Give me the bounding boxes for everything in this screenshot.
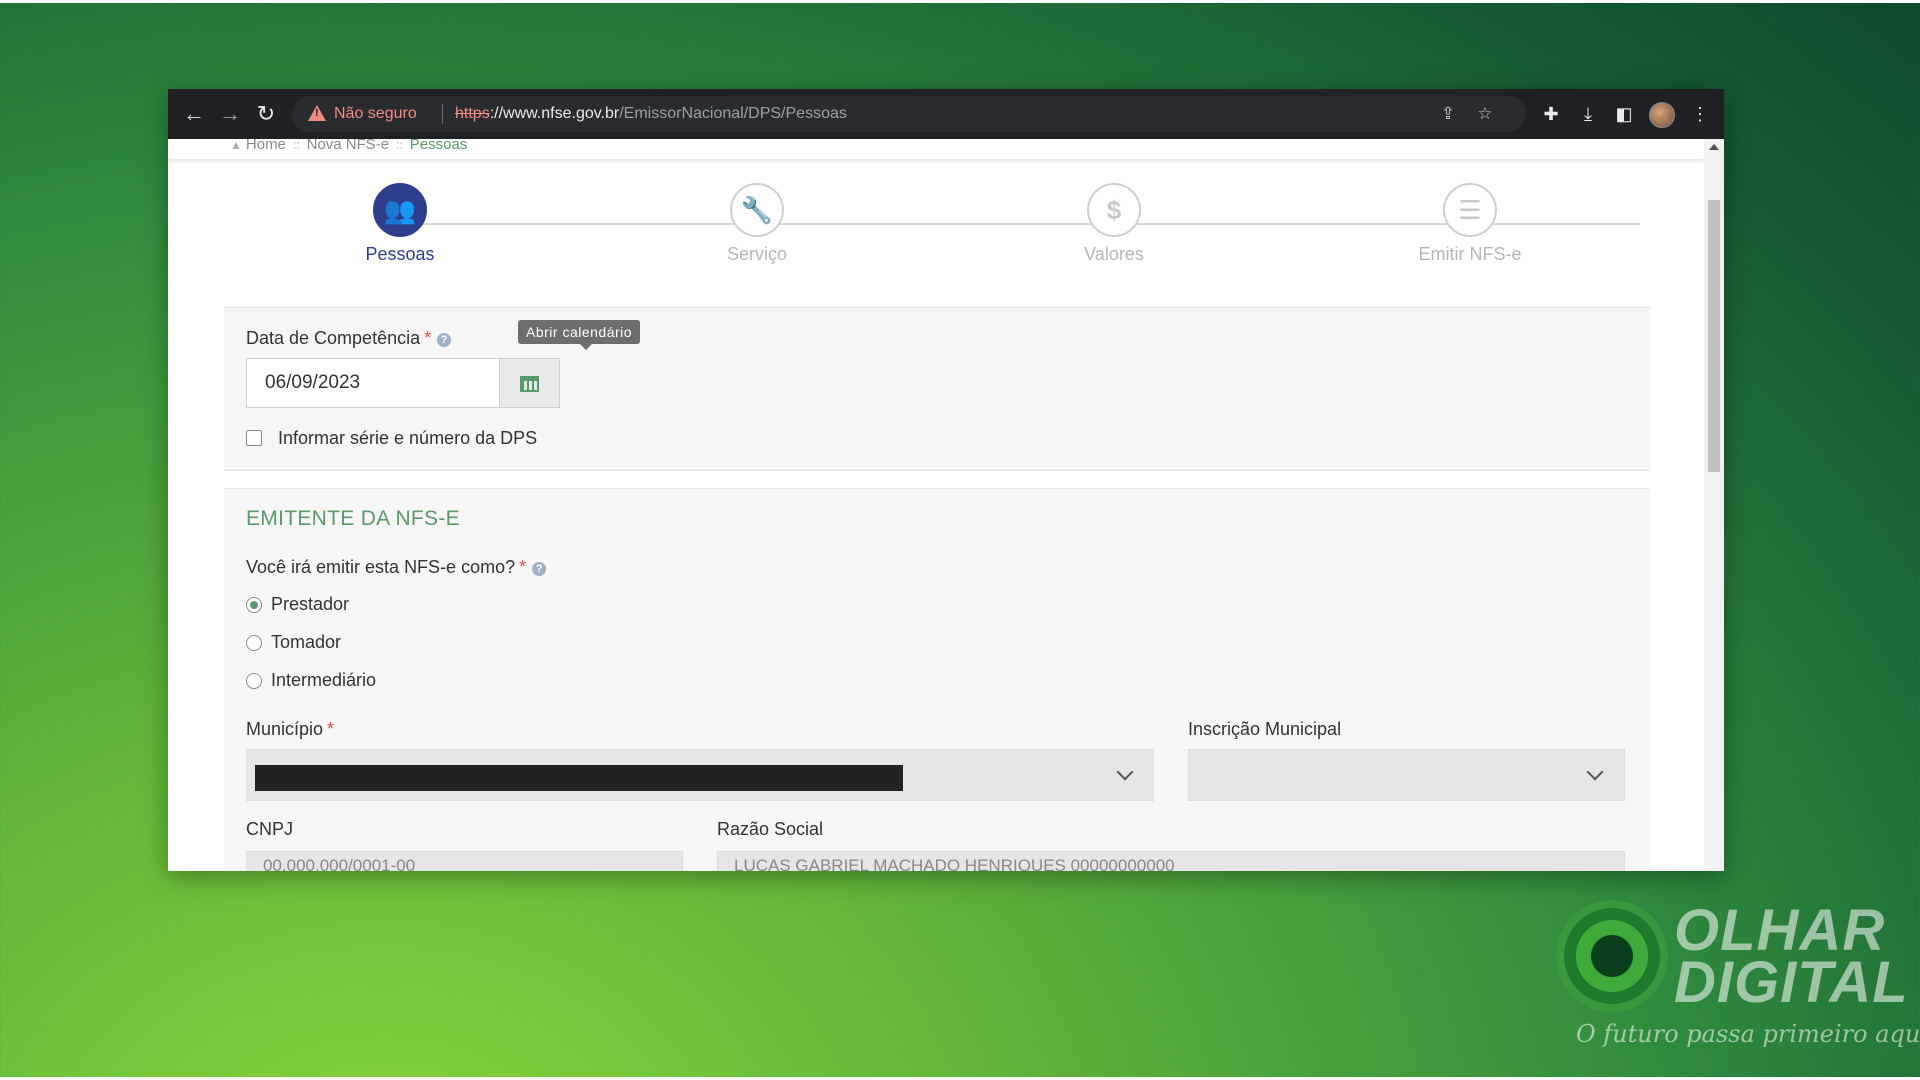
address-bar[interactable]: Não seguro https://www.nfse.gov.br/Emiss… [292,96,1526,132]
not-secure-label[interactable]: Não seguro [334,105,417,123]
step-valores[interactable]: $ Valores [1014,183,1214,265]
more-menu-icon[interactable]: ⋮ [1688,102,1712,126]
help-icon[interactable]: ? [532,562,547,576]
radio-intermediario[interactable] [246,673,262,689]
municipio-label: Município * [246,719,334,740]
url-path: /EmissorNacional/DPS/Pessoas [619,105,847,122]
step-servico[interactable]: 🔧 Serviço [657,183,857,265]
open-calendar-button[interactable] [500,358,560,408]
scroll-up-arrow-icon[interactable] [1709,144,1719,150]
razao-social-input[interactable]: LUCAS GABRIEL MACHADO HENRIQUES 00000000… [717,851,1625,871]
required-mark: * [424,328,432,348]
page-viewport: ▲ Home:: Nova NFS-e:: Pessoas 👥 Pessoas 🔧 S… [168,139,1704,871]
reload-icon[interactable]: ↻ [252,100,280,128]
step-label: Valores [1084,244,1144,264]
breadcrumb-bar: ▲ Home:: Nova NFS-e:: Pessoas [168,139,1704,159]
olhar-digital-eye-icon [1556,900,1668,1012]
url-text[interactable]: https://www.nfse.gov.br/EmissorNacional/… [455,105,847,123]
step-pessoas[interactable]: 👥 Pessoas [300,183,500,265]
url-scheme: https [455,105,490,122]
document-icon: ☰ [1443,183,1497,237]
emitente-panel: EMITENTE DA NFS-E Você irá emitir esta N… [224,488,1650,871]
radio-tomador[interactable] [246,635,262,651]
home-icon: ▲ [230,139,242,152]
step-label: Emitir NFS-e [1418,244,1522,264]
emitente-question-text: Você irá emitir esta NFS-e como? [246,557,516,577]
inscricao-select[interactable] [1188,749,1625,801]
serie-numero-checkbox[interactable] [246,430,262,446]
top-border [0,0,1920,3]
cnpj-input[interactable]: 00.000.000/0001-00 [246,851,683,871]
breadcrumb: ▲ Home:: Nova NFS-e:: Pessoas [230,139,467,153]
cnpj-label: CNPJ [246,819,294,839]
side-panel-icon[interactable]: ◧ [1612,102,1636,126]
step-label: Serviço [726,244,788,264]
breadcrumb-separator: :: [292,139,300,152]
browser-toolbar: ← → ↻ Não seguro https://www.nfse.gov.br… [168,89,1724,139]
required-mark: * [327,719,335,739]
radio-intermediario-label[interactable]: Intermediário [271,670,376,691]
dollar-icon: $ [1087,183,1141,237]
inscricao-label: Inscrição Municipal [1188,719,1342,739]
step-label: Pessoas [365,244,435,264]
step-emitir[interactable]: ☰ Emitir NFS-e [1370,183,1570,265]
chevron-down-icon [1586,763,1604,781]
radio-tomador-label[interactable]: Tomador [271,632,341,653]
emitente-question: Você irá emitir esta NFS-e como? *? [246,557,547,578]
competencia-label-text: Data de Competência [246,328,421,348]
logo-tagline: O futuro passa primeiro aqui [1576,1020,1920,1048]
municipio-select[interactable] [246,749,1154,801]
browser-window: ← → ↻ Não seguro https://www.nfse.gov.br… [168,89,1724,871]
url-host: ://www.nfse.gov.br [489,105,620,122]
omnibox-divider [442,104,443,124]
calendar-tooltip: Abrir calendário [518,320,641,350]
olhar-digital-logo: OLHAR DIGITAL O futuro passa primeiro aq… [1556,900,1920,1060]
back-arrow-icon[interactable]: ← [180,100,208,128]
scroll-thumb[interactable] [1708,200,1720,472]
breadcrumb-nova-nfse[interactable]: Nova NFS-e [307,139,390,153]
razao-social-label: Razão Social [717,819,824,839]
required-mark: * [519,557,527,577]
help-icon[interactable]: ? [437,333,452,347]
radio-prestador[interactable] [246,597,262,613]
extensions-puzzle-icon[interactable]: ✚ [1539,102,1563,126]
warning-icon [308,105,326,121]
logo-line2: DIGITAL [1674,950,1909,1015]
share-icon[interactable]: ⇪ [1438,104,1458,124]
vertical-scrollbar[interactable] [1704,139,1724,871]
forward-arrow-icon[interactable]: → [216,100,244,128]
download-icon[interactable]: ⤓ [1576,102,1600,126]
people-icon: 👥 [373,183,427,237]
profile-avatar[interactable] [1649,102,1675,128]
calendar-icon [520,376,539,392]
municipio-label-text: Município [246,719,324,739]
competencia-label: Data de Competência *? [246,328,452,349]
competencia-date-input[interactable]: 06/09/2023 [246,358,500,408]
bookmark-star-icon[interactable]: ☆ [1475,104,1495,124]
radio-prestador-label[interactable]: Prestador [271,594,349,615]
breadcrumb-home[interactable]: Home [246,139,286,153]
breadcrumb-pessoas: Pessoas [409,139,468,153]
serie-numero-label[interactable]: Informar série e número da DPS [278,428,537,449]
redacted-value [255,765,903,791]
breadcrumb-separator: :: [396,139,403,152]
wrench-icon: 🔧 [730,183,784,237]
competencia-panel: Data de Competência *? Abrir calendário 0… [224,307,1650,471]
chevron-down-icon [1116,763,1134,781]
emitente-section-title: EMITENTE DA NFS-E [246,507,460,530]
